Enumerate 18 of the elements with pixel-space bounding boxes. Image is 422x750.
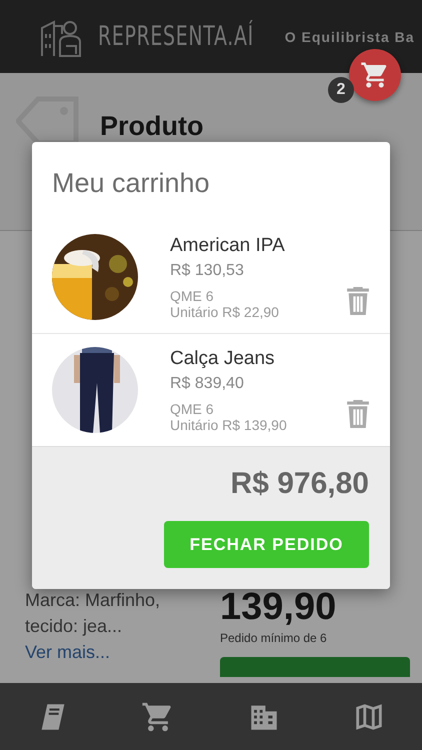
cart-total: R$ 976,80 [230, 467, 369, 501]
item-quantity: QME 6 [170, 400, 215, 416]
page-title: Produto [100, 111, 204, 142]
minimum-order: Pedido mínimo de 6 [220, 631, 328, 645]
dialog-title: Meu carrinho [52, 168, 210, 199]
product-description: Marca: Marfinho, tecido: jea... Ver mais... [25, 590, 160, 662]
brand-name: REPRESENTA.AÍ [98, 21, 254, 52]
more-link[interactable]: Ver mais... [25, 642, 110, 662]
item-quantity: QME 6 [170, 288, 215, 304]
item-total: R$ 839,40 [170, 374, 245, 392]
store-name: O Equilibrista Ba [284, 28, 415, 44]
item-total: R$ 130,53 [170, 262, 245, 280]
item-unit-price: Unitário R$ 139,90 [170, 416, 288, 432]
item-unit-price: Unitário R$ 22,90 [170, 304, 280, 320]
item-name: Calça Jeans [170, 348, 276, 370]
checkout-button[interactable]: FECHAR PEDIDO [164, 521, 369, 568]
product-price: 139,90 [220, 587, 338, 627]
item-name: American IPA [170, 234, 286, 256]
